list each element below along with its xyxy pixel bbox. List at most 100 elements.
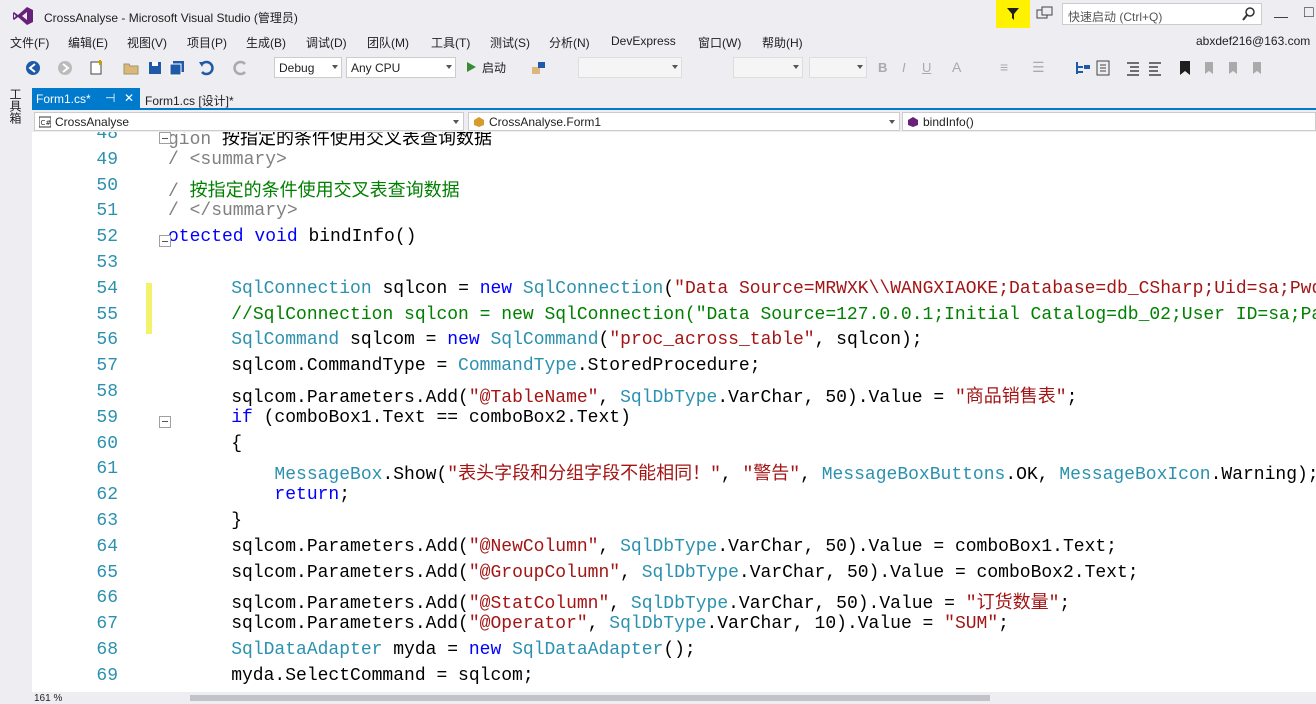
save-all-icon[interactable] [168, 59, 186, 77]
code-token: "订货数量" [965, 594, 1060, 615]
align-icon[interactable]: ≡ [1000, 59, 1008, 75]
menu-project[interactable]: 项目(P) [187, 34, 227, 51]
close-icon[interactable]: ✕ [124, 91, 134, 105]
code-token: , [620, 562, 642, 583]
member-dropdown[interactable]: bindInfo() [902, 112, 1316, 131]
code-token: if [231, 407, 253, 428]
code-token: SqlDbType [630, 594, 729, 615]
menu-window[interactable]: 窗口(W) [698, 34, 741, 51]
zoom-level[interactable]: 161 % [34, 693, 62, 704]
code-token: ( [663, 278, 675, 299]
code-token: sqlcon = [371, 278, 480, 299]
line-number: 58 [96, 382, 118, 402]
menu-edit[interactable]: 编辑(E) [68, 34, 108, 51]
bookmark-icon[interactable] [1176, 59, 1194, 77]
line-number: 62 [96, 485, 118, 506]
line-number: 56 [96, 330, 118, 351]
start-button[interactable]: 启动 [482, 59, 506, 76]
code-line: //SqlConnection sqlcon = new SqlConnecti… [188, 305, 1316, 325]
indent-icon[interactable] [1146, 59, 1164, 77]
toolbox-tab[interactable]: 工具箱 [8, 88, 24, 124]
start-play-icon[interactable] [465, 61, 477, 73]
project-dropdown[interactable]: C# CrossAnalyse [34, 112, 464, 131]
new-project-icon[interactable] [88, 59, 106, 77]
undo-icon[interactable] [197, 59, 215, 77]
menu-tools[interactable]: 工具(T) [431, 34, 470, 51]
forward-icon[interactable] [56, 59, 74, 77]
quick-launch-input[interactable]: 快速启动 (Ctrl+Q) [1062, 3, 1262, 25]
menu-file[interactable]: 文件(F) [10, 34, 49, 51]
menu-help[interactable]: 帮助(H) [762, 34, 803, 51]
collapse-toggle[interactable] [159, 132, 171, 144]
browser-link-icon[interactable] [530, 59, 548, 77]
code-token: SqlDbType [609, 614, 707, 635]
menu-test[interactable]: 测试(S) [490, 34, 530, 51]
font-color-icon[interactable]: A [952, 59, 961, 75]
lock-controls-icon[interactable] [1094, 59, 1112, 77]
line-number: 61 [96, 459, 118, 480]
tab-form1-designer[interactable]: Form1.cs [设计]* [145, 92, 234, 109]
menu-devexpress[interactable]: DevExpress [611, 34, 676, 48]
account-name[interactable]: abxdef216@163.com [1196, 34, 1310, 48]
menu-debug[interactable]: 调试(D) [306, 34, 347, 51]
platform-select[interactable]: Any CPU [346, 57, 456, 78]
code-token: , [598, 536, 621, 557]
code-token: SqlConnection [522, 278, 664, 299]
code-token: "商品销售表" [954, 388, 1067, 408]
underline-icon[interactable]: U [922, 60, 931, 75]
bold-icon[interactable]: B [878, 60, 887, 75]
code-editor[interactable]: 48 gion 按指定的条件使用交叉表查询数据 49 / <summary> 50 / 按… [32, 132, 1316, 692]
pin-icon[interactable]: ⊣ [105, 91, 115, 105]
font-name-combo[interactable] [733, 57, 803, 78]
maximize-button[interactable]: □ [1304, 4, 1314, 22]
solution-config-select[interactable]: Debug [274, 57, 342, 78]
code-line: SqlConnection sqlcon = new SqlConnection… [188, 279, 1316, 299]
code-token: 按指定的条件使用交叉表查询数据 [189, 181, 460, 202]
clear-bookmarks-icon[interactable] [1248, 59, 1266, 77]
notification-icon[interactable] [1036, 6, 1054, 22]
tab-form1-cs[interactable]: Form1.cs* ⊣ ✕ [32, 88, 140, 109]
find-combo[interactable] [578, 57, 682, 78]
class-icon [474, 117, 484, 127]
list-icon[interactable]: ☰ [1032, 59, 1045, 76]
menu-view[interactable]: 视图(V) [127, 34, 167, 51]
class-dropdown[interactable]: CrossAnalyse.Form1 [468, 112, 900, 131]
font-size-combo[interactable] [809, 57, 867, 78]
code-token: MessageBoxButtons [821, 465, 1006, 486]
code-token: "@TableName" [468, 388, 599, 408]
collapse-toggle[interactable] [159, 235, 171, 248]
code-token: bindInfo() [308, 227, 417, 248]
redo-icon[interactable] [232, 59, 250, 77]
outdent-icon[interactable] [1124, 59, 1142, 77]
tab-order-icon[interactable] [1074, 59, 1092, 77]
line-number: 68 [96, 640, 118, 660]
next-bookmark-icon[interactable] [1224, 59, 1242, 77]
code-token: SqlCommand [490, 330, 599, 351]
open-folder-icon[interactable] [122, 59, 140, 77]
back-icon[interactable] [24, 59, 42, 77]
code-token: sqlcom.Parameters.Add( [188, 388, 469, 408]
code-token: , [720, 465, 743, 486]
code-token: .VarChar, 10).Value = [706, 614, 945, 635]
code-token: , sqlcon); [814, 330, 923, 351]
code-token: "Data Source=MRWXK\\WANGXIAOKE;Database=… [674, 278, 1316, 299]
code-line: / 按指定的条件使用交叉表查询数据 [168, 176, 460, 202]
menu-build[interactable]: 生成(B) [246, 34, 286, 51]
minimize-button[interactable]: — [1274, 8, 1288, 24]
menu-analyze[interactable]: 分析(N) [549, 34, 590, 51]
csharp-project-icon: C# [39, 116, 51, 128]
save-icon[interactable] [146, 59, 164, 77]
horizontal-scrollbar-thumb[interactable] [190, 695, 990, 701]
code-token: / <summary> [168, 149, 287, 170]
standard-toolbar: Debug Any CPU B I U A ≡ ☰ [0, 54, 1316, 82]
collapse-toggle[interactable] [159, 415, 171, 428]
menu-team[interactable]: 团队(M) [367, 34, 409, 51]
code-token: SqlDataAdapter [512, 640, 664, 660]
line-number: 63 [96, 511, 118, 531]
prev-bookmark-icon[interactable] [1200, 59, 1218, 77]
window-title: CrossAnalyse - Microsoft Visual Studio (… [44, 11, 298, 25]
feedback-filter-button[interactable] [996, 0, 1030, 28]
code-token: MessageBox [274, 465, 383, 486]
italic-icon[interactable]: I [902, 60, 906, 75]
